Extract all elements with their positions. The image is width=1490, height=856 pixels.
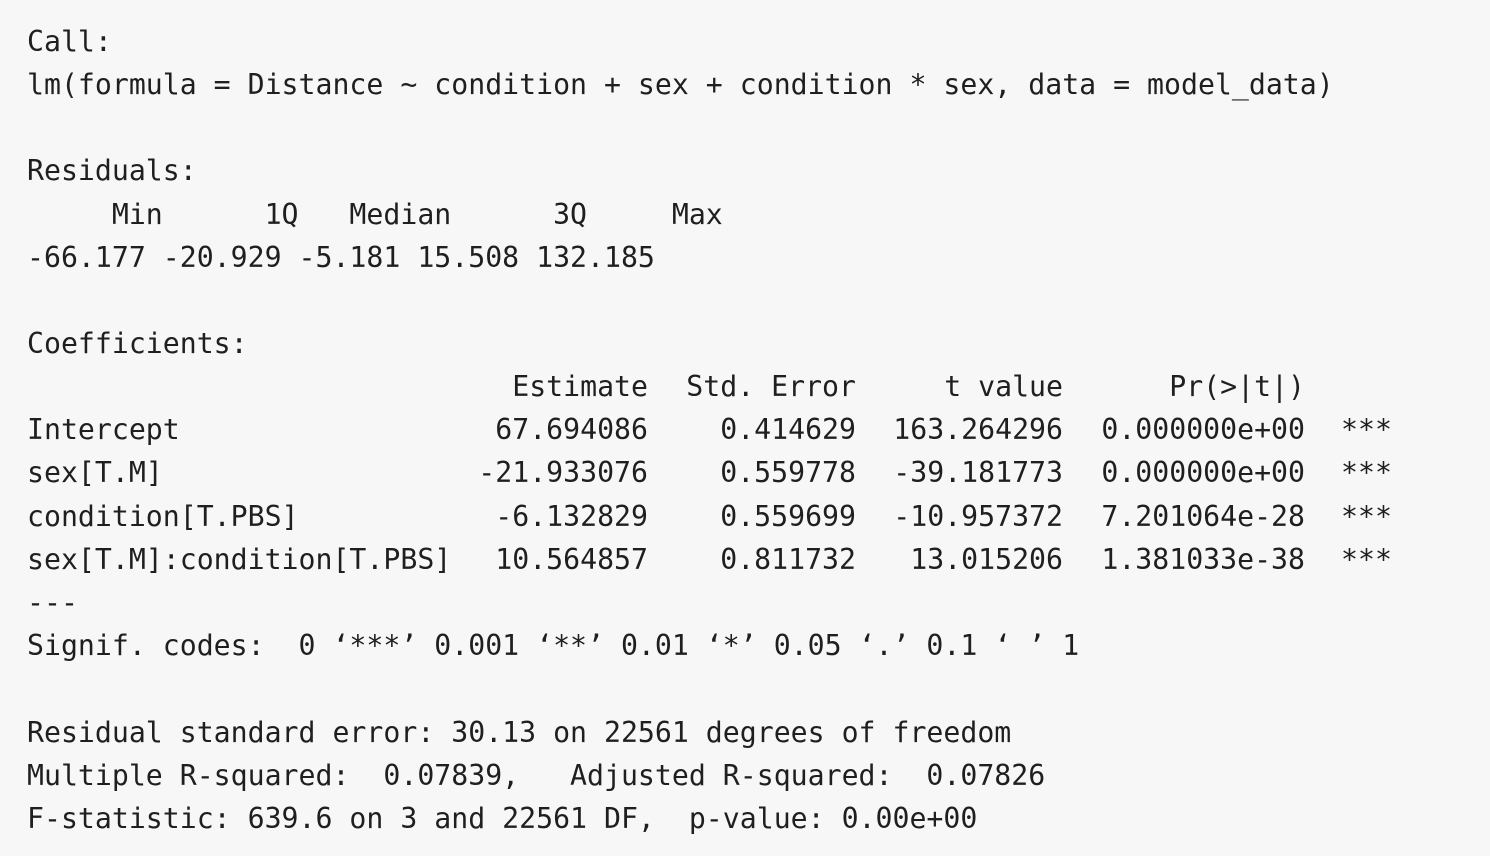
coef-std-error: 0.559778	[720, 456, 856, 489]
residual-std-error: Residual standard error: 30.13 on 22561 …	[27, 716, 1012, 749]
coef-signif: ***	[1341, 413, 1392, 446]
separator-line: ---	[27, 586, 78, 619]
f-statistic-line: F-statistic: 639.6 on 3 and 22561 DF, p-…	[27, 802, 978, 835]
coef-header-t-value: t value	[944, 370, 1063, 403]
model-summary-output: Call: lm(formula = Distance ~ condition …	[0, 0, 1490, 856]
residuals-label: Residuals:	[27, 154, 197, 187]
call-formula: lm(formula = Distance ~ condition + sex …	[27, 68, 1334, 101]
residuals-header: Min 1Q Median 3Q Max	[27, 198, 723, 231]
coef-header-std-error: Std. Error	[686, 370, 856, 403]
coef-t-value: -10.957372	[893, 500, 1063, 533]
coef-std-error: 0.414629	[720, 413, 856, 446]
coef-estimate: -21.933076	[478, 456, 648, 489]
signif-codes-legend: Signif. codes: 0 ‘***’ 0.001 ‘**’ 0.01 ‘…	[27, 629, 1080, 662]
coef-term: Intercept	[27, 413, 180, 446]
coef-p-value: 0.000000e+00	[1101, 413, 1305, 446]
coef-signif: ***	[1341, 500, 1392, 533]
coef-term: condition[T.PBS]	[27, 500, 299, 533]
coef-signif: ***	[1341, 543, 1392, 576]
coef-t-value: -39.181773	[893, 456, 1063, 489]
coef-estimate: 10.564857	[495, 543, 648, 576]
coef-header-estimate: Estimate	[512, 370, 648, 403]
coef-p-value: 7.201064e-28	[1101, 500, 1305, 533]
coef-p-value: 0.000000e+00	[1101, 456, 1305, 489]
call-label: Call:	[27, 25, 112, 58]
coef-p-value: 1.381033e-38	[1101, 543, 1305, 576]
coef-header-p-value: Pr(>|t|)	[1169, 370, 1305, 403]
coef-std-error: 0.559699	[720, 500, 856, 533]
coef-term: sex[T.M]	[27, 456, 163, 489]
r-squared-line: Multiple R-squared: 0.07839, Adjusted R-…	[27, 759, 1046, 792]
residuals-values: -66.177 -20.929 -5.181 15.508 132.185	[27, 241, 655, 274]
coef-t-value: 13.015206	[910, 543, 1063, 576]
coef-std-error: 0.811732	[720, 543, 856, 576]
coef-estimate: 67.694086	[495, 413, 648, 446]
coef-signif: ***	[1341, 456, 1392, 489]
coefficients-label: Coefficients:	[27, 327, 248, 360]
coef-t-value: 163.264296	[893, 413, 1063, 446]
coef-estimate: -6.132829	[495, 500, 648, 533]
coef-term: sex[T.M]:condition[T.PBS]	[27, 543, 452, 576]
